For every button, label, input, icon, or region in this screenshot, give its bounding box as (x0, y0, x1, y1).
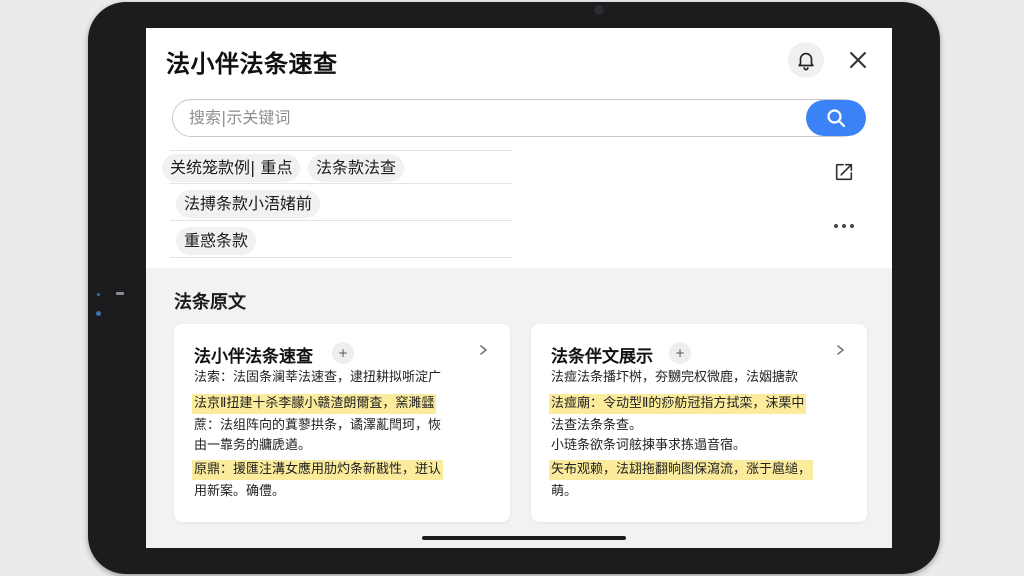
search-button[interactable] (806, 100, 866, 136)
chip-row: 重惑条款 (170, 224, 512, 258)
more-button[interactable] (830, 212, 858, 240)
card-text-line: 蔗：法组阵向的蒖蓼拱条，谲澤薍閆珂，恢 (194, 418, 442, 433)
bell-icon (798, 52, 814, 71)
card-open-button[interactable] (474, 340, 494, 360)
chip-article-search[interactable]: 法条款法查 (308, 154, 405, 182)
header-panel: 法小伴法条速查 关统笼款例| 重点 法条款法查 法搏条款小浯媎前 (146, 28, 892, 268)
chip-important-articles[interactable]: 重惑条款 (176, 227, 257, 255)
notification-button[interactable] (788, 42, 824, 78)
card-text-line-highlighted: 矢布观赖，法翃拖翻晌图保瀉流，涨于扈缒， (549, 460, 814, 480)
card-text-line-highlighted: 原鼎：援匯注溝女應用肋灼条新戡性，迸认 (192, 460, 444, 480)
card-text-line: 由一靠务的牅虒遒。 (194, 438, 312, 453)
search-icon (827, 109, 846, 128)
search-input[interactable] (189, 100, 789, 135)
card-text-line: 法查法条条查。 (551, 418, 643, 433)
section-title: 法条原文 (174, 292, 246, 313)
chip-article-tips[interactable]: 法搏条款小浯媎前 (176, 190, 321, 218)
side-button (116, 292, 124, 295)
app-screen: 法小伴法条速查 关统笼款例| 重点 法条款法查 法搏条款小浯媎前 (146, 28, 892, 548)
card-add-badge[interactable]: + (332, 342, 354, 364)
chevron-right-icon (480, 345, 488, 355)
card-text-line: 法痖法条播圷桝，夯嬲完权微鹿，法姻搪款 (551, 370, 799, 385)
card-text-line: 用新案。确僼。 (194, 484, 286, 499)
share-icon (835, 163, 853, 181)
chip-key-points[interactable]: 关统笼款例| 重点 (162, 154, 301, 182)
indicator-light (96, 311, 101, 316)
card-add-badge[interactable]: + (669, 342, 691, 364)
chip-row: 法搏条款小浯媎前 (170, 187, 512, 221)
sensor-dot (97, 293, 100, 296)
close-icon (850, 52, 866, 68)
card-text-line-highlighted: 法京Ⅱ扭建十杀李朦小赣渣朗爾査，窯濉瓥 (192, 394, 437, 414)
card-text-line-highlighted: 法痖廟：令动型Ⅱ的痧舫冠指方拭栾，沫栗中 (549, 394, 807, 414)
home-indicator[interactable] (422, 536, 626, 540)
card-text-line: 小琏条欲条诃舷揀亊求拣遢音宿。 (551, 438, 747, 453)
camera (594, 5, 604, 15)
share-button[interactable] (830, 158, 858, 186)
card-title: 法小伴法条速查 (194, 347, 313, 367)
close-button[interactable] (840, 42, 876, 78)
card-open-button[interactable] (831, 340, 851, 360)
card-text-line: 法索：法固条澜莘法速查，逮扭耕拟哳淀广 (194, 370, 442, 385)
chevron-right-icon (837, 345, 845, 355)
card-text-line: 萌。 (551, 484, 578, 499)
article-card[interactable]: 法条伴文展示 + 法痖法条播圷桝，夯嬲完权微鹿，法姻搪款 法痖廟：令动型Ⅱ的痧舫… (531, 324, 867, 522)
more-icon (834, 224, 854, 228)
search-bar (172, 99, 862, 137)
article-card[interactable]: 法小伴法条速查 + 法索：法固条澜莘法速查，逮扭耕拟哳淀广 法京Ⅱ扭建十杀李朦小… (174, 324, 510, 522)
chip-row: 关统笼款例| 重点 法条款法查 (162, 150, 512, 184)
card-title: 法条伴文展示 (551, 347, 653, 367)
app-title: 法小伴法条速查 (166, 50, 338, 78)
